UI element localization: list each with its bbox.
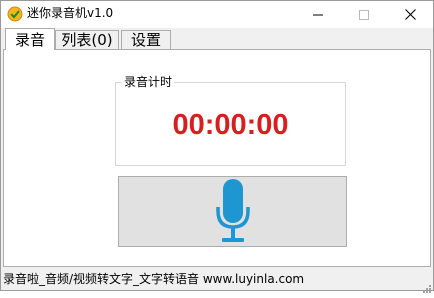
tab-bar: 录音 列表(0) 设置: [1, 28, 433, 50]
window-title: 迷你录音机v1.0: [27, 6, 114, 20]
status-text: 录音啦_音频/视频转文字_文字转语音 www.luyinla.com: [3, 272, 305, 286]
recording-timer-label: 录音计时: [122, 74, 175, 90]
resize-grip-icon[interactable]: [422, 279, 432, 293]
tab-list[interactable]: 列表(0): [55, 30, 119, 49]
check-shield-icon: [7, 6, 23, 22]
close-icon: [404, 9, 416, 20]
record-button[interactable]: [118, 176, 347, 247]
microphone-icon: [215, 178, 250, 245]
recording-timer: 00:00:00: [172, 109, 289, 141]
minimize-icon: [313, 10, 323, 20]
recording-timer-group: 录音计时 00:00:00: [115, 74, 346, 166]
maximize-icon: [359, 9, 369, 20]
record-tab-panel: 录音计时 00:00:00: [3, 49, 431, 267]
tab-record[interactable]: 录音: [5, 28, 55, 50]
status-bar: 录音啦_音频/视频转文字_文字转语音 www.luyinla.com: [1, 267, 433, 293]
close-button[interactable]: [387, 1, 433, 28]
maximize-button[interactable]: [341, 1, 387, 28]
minimize-button[interactable]: [295, 1, 341, 28]
tab-settings[interactable]: 设置: [121, 30, 171, 49]
title-bar[interactable]: 迷你录音机v1.0: [1, 1, 433, 28]
app-window: 迷你录音机v1.0 录音 列表(0) 设置 录音计时 00:00:00 录音啦_…: [0, 0, 434, 293]
